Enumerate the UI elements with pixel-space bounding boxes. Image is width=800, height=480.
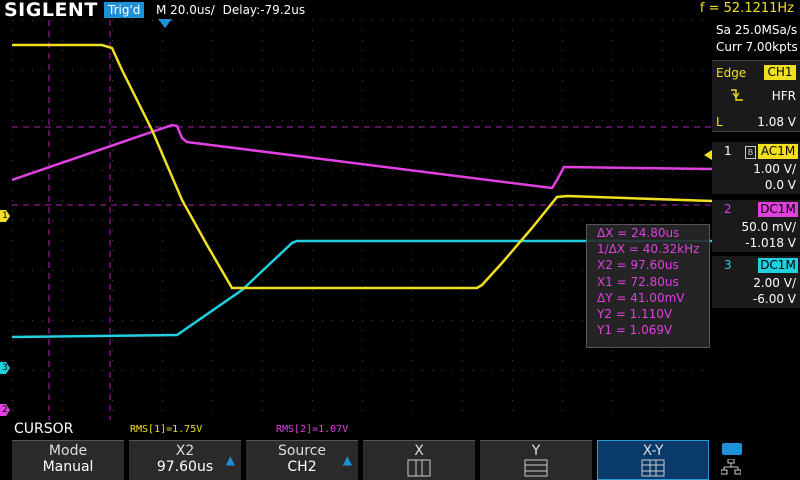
top-bar: SIGLENT Trig'd M 20.0us/ Delay:-79.2us f… — [0, 0, 800, 21]
ch1-settings-box[interactable]: 1 B AC1M 1.00 V/ 0.0 V — [712, 142, 800, 194]
cursor-x1-value: X1 = 72.80us — [597, 274, 679, 289]
right-info-panel: Sa 25.0MSa/s Curr 7.00kpts Edge CH1 HFR … — [712, 20, 800, 420]
cursor-readout-panel: ΔX = 24.80us 1/ΔX = 40.32kHz X2 = 97.60u… — [586, 224, 710, 348]
trigger-coupling: HFR — [771, 89, 796, 103]
cursor-inverse-delta-x: 1/ΔX = 40.32kHz — [597, 242, 700, 257]
x-cursor-button-title: X — [414, 443, 424, 459]
ch1-coupling-badge: AC1M — [758, 144, 798, 159]
xy-cursor-button[interactable]: X-Y — [597, 440, 709, 480]
ch1-marker-label: 1 — [2, 211, 8, 221]
knob-adjust-icon: ▲ — [342, 453, 352, 467]
rms2-measurement: RMS[2]=1.07V — [276, 424, 349, 435]
network-icon — [721, 459, 741, 475]
mode-button-title: Mode — [48, 443, 88, 459]
source-button-title: Source — [277, 443, 327, 459]
xy-cursor-icon — [641, 459, 665, 477]
rms1-measurement: RMS[1]=1.75V — [130, 424, 203, 435]
trigger-status-badge: Trig'd — [104, 2, 145, 18]
ch1-number: 1 — [724, 144, 732, 158]
trigger-level-value: 1.08 V — [757, 115, 796, 129]
mode-button[interactable]: Mode Manual — [12, 440, 124, 480]
ch2-scale: 50.0 mV/ — [741, 220, 796, 234]
x2-button-value: 97.60us — [156, 459, 214, 475]
sample-rate: Sa 25.0MSa/s — [716, 23, 798, 37]
ch3-marker-label: 3 — [2, 363, 8, 373]
x-cursor-button[interactable]: X — [363, 440, 475, 480]
cursor-y1-value: Y1 = 1.069V — [597, 323, 673, 338]
delay-value: Delay:-79.2us — [222, 3, 306, 17]
ch1-bandwidth-icon: B — [745, 146, 756, 159]
mode-title: CURSOR — [14, 421, 74, 437]
mode-button-value: Manual — [42, 459, 94, 475]
ch2-offset-marker[interactable]: 2 — [0, 404, 10, 416]
ch2-offset: -1.018 V — [745, 236, 796, 250]
ch3-settings-box[interactable]: 3 DC1M 2.00 V/ -6.00 V — [712, 256, 800, 308]
ch1-offset-marker[interactable]: 1 — [0, 210, 10, 222]
memory-depth: Curr 7.00kpts — [716, 40, 798, 54]
trigger-settings-box[interactable]: Edge CH1 HFR L 1.08 V — [712, 60, 800, 132]
falling-edge-icon — [730, 87, 744, 101]
cursor-delta-x: ΔX = 24.80us — [597, 226, 680, 240]
ch3-offset-marker[interactable]: 3 — [0, 362, 10, 374]
ch1-scale: 1.00 V/ — [753, 162, 796, 176]
ch3-coupling-badge: DC1M — [758, 258, 798, 273]
frequency-readout: f = 52.1211Hz — [699, 1, 794, 16]
ch3-offset: -6.00 V — [752, 292, 796, 306]
trigger-type: Edge — [716, 66, 747, 80]
y-cursor-button-title: Y — [531, 443, 541, 459]
ch2-marker-label: 2 — [2, 405, 8, 415]
trigger-source-badge: CH1 — [764, 65, 796, 80]
source-button-value: CH2 — [287, 459, 317, 475]
cursor-x2-value: X2 = 97.60us — [597, 258, 679, 273]
trigger-position-marker[interactable] — [158, 19, 172, 28]
x2-button[interactable]: X2 97.60us ▲ — [129, 440, 241, 480]
ch1-offset: 0.0 V — [764, 178, 796, 192]
brand-logo: SIGLENT — [4, 0, 98, 21]
source-button[interactable]: Source CH2 ▲ — [246, 440, 358, 480]
ch2-settings-box[interactable]: 2 DC1M 50.0 mV/ -1.018 V — [712, 200, 800, 252]
battery-icon — [722, 443, 742, 455]
y-cursor-icon — [524, 459, 548, 477]
x-cursor-icon — [407, 459, 431, 477]
y-cursor-button[interactable]: Y — [480, 440, 592, 480]
xy-cursor-button-title: X-Y — [642, 443, 664, 459]
knob-adjust-icon: ▲ — [225, 453, 235, 467]
x2-button-title: X2 — [175, 443, 195, 459]
waveform-display[interactable] — [12, 20, 712, 420]
timebase-value: M 20.0us/ — [156, 3, 215, 17]
trigger-level-label: L — [716, 115, 723, 129]
cursor-y2-value: Y2 = 1.110V — [597, 307, 673, 322]
trigger-level-marker[interactable] — [704, 150, 712, 160]
cursor-delta-y: ΔY = 41.00mV — [597, 290, 685, 305]
ch2-number: 2 — [724, 202, 732, 216]
ch3-number: 3 — [724, 258, 732, 272]
ch3-scale: 2.00 V/ — [753, 276, 796, 290]
ch2-coupling-badge: DC1M — [758, 202, 798, 217]
timebase-readout[interactable]: M 20.0us/ Delay:-79.2us — [156, 2, 305, 18]
